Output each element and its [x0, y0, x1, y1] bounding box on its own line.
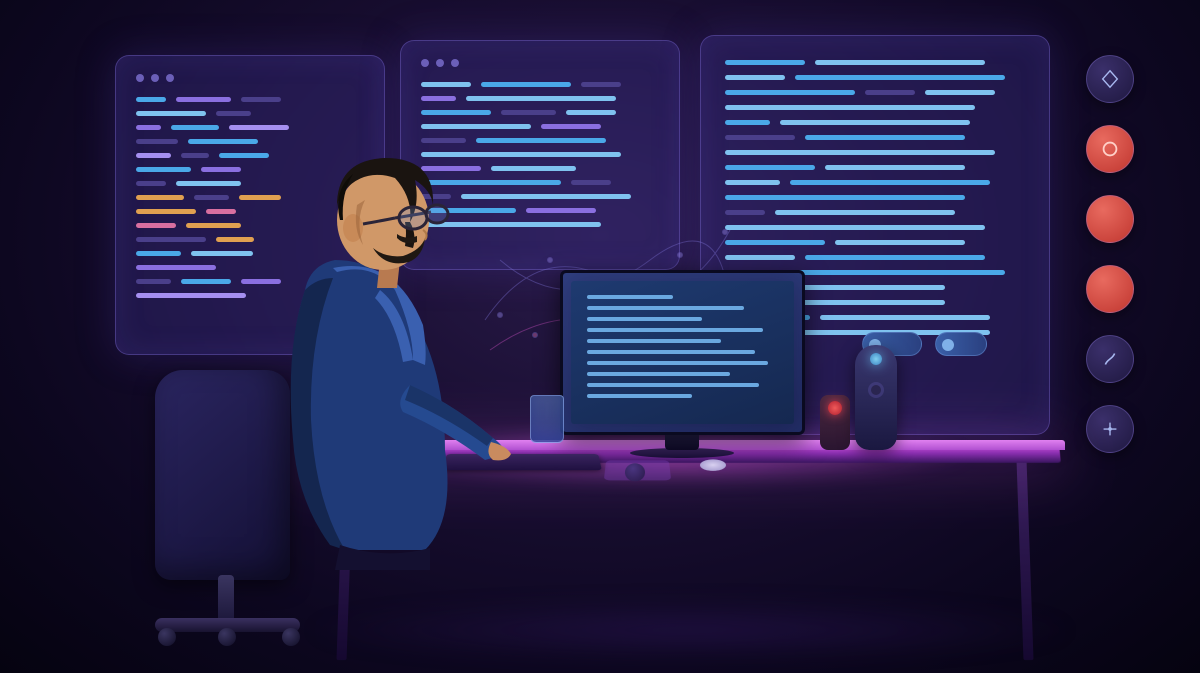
mouse [625, 463, 646, 481]
chair-wheel [158, 628, 176, 646]
circle-icon [1086, 195, 1134, 243]
monitor-screen [571, 281, 794, 424]
chair-wheel [282, 628, 300, 646]
small-object [700, 459, 727, 470]
pill-widget [935, 332, 987, 356]
speaker [855, 345, 897, 450]
small-speaker [820, 395, 850, 450]
diamond-icon [1086, 55, 1134, 103]
slash-icon [1086, 335, 1134, 383]
circle-icon [1086, 265, 1134, 313]
monitor [560, 270, 805, 435]
sparkle-icon [1086, 405, 1134, 453]
floor-shadow [300, 600, 1080, 660]
side-icon-strip [1080, 55, 1140, 453]
circle-icon [1086, 125, 1134, 173]
developer-figure [245, 150, 565, 570]
chair-wheel [218, 628, 236, 646]
